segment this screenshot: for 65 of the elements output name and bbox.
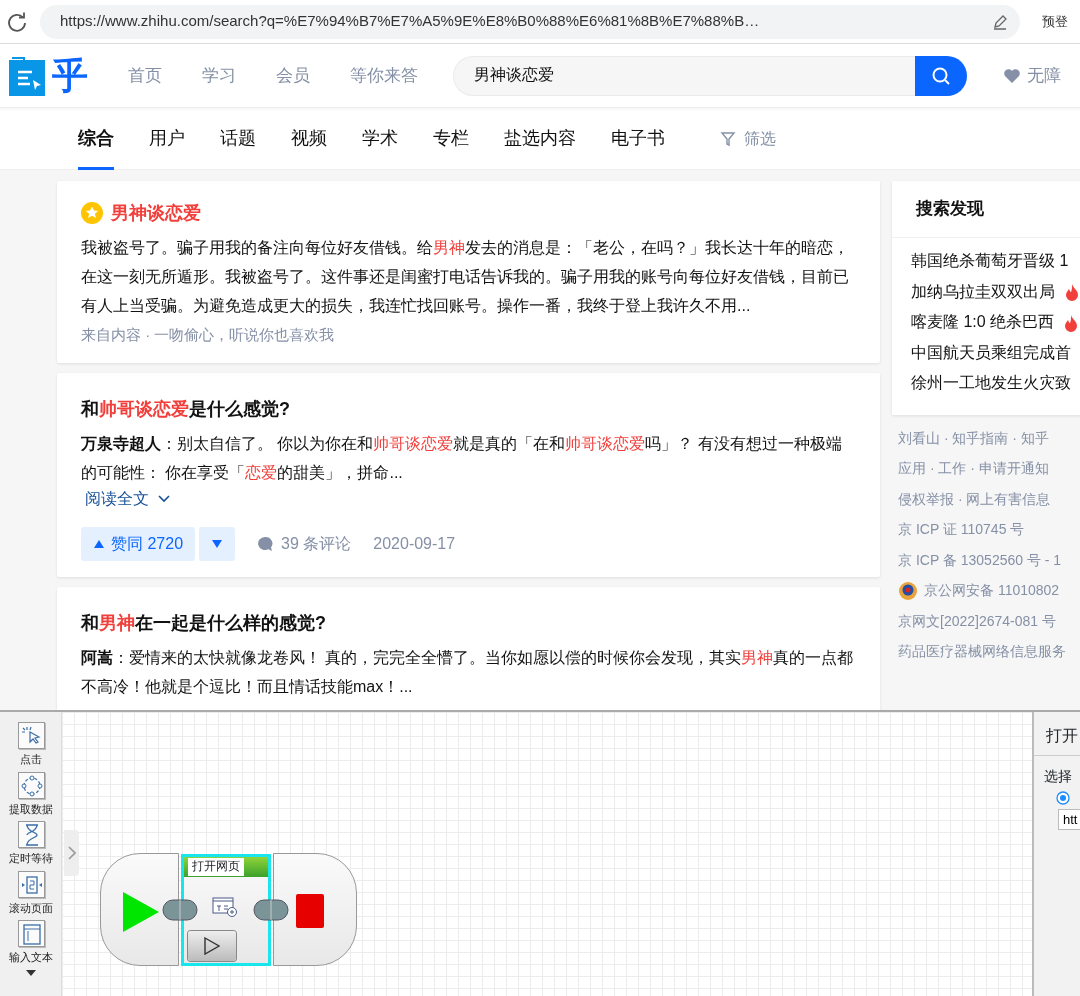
play-outline-icon[interactable] bbox=[204, 937, 220, 955]
search-button[interactable] bbox=[915, 55, 967, 96]
radio-button[interactable] bbox=[1056, 791, 1070, 805]
result-source: 来自内容 · 一吻偷心，听说你也喜欢我 bbox=[81, 325, 336, 345]
search-icon[interactable] bbox=[931, 65, 951, 86]
trending-link[interactable]: 徐州一工地发生火灾致 bbox=[911, 368, 1071, 399]
tool-button[interactable]: 滚动页面 bbox=[0, 870, 62, 916]
stop-icon bbox=[296, 894, 324, 928]
search-field[interactable]: 男神谈恋爱 bbox=[453, 55, 915, 96]
caret-icon[interactable] bbox=[25, 969, 36, 976]
block-title: 打开网页 bbox=[188, 858, 244, 876]
tool-button[interactable]: 提取数据 bbox=[0, 771, 62, 817]
down-triangle-icon[interactable] bbox=[211, 539, 224, 550]
tab[interactable]: 综合 bbox=[78, 107, 114, 170]
heart-icon[interactable] bbox=[1003, 67, 1021, 84]
sidebar-title: 搜索发现 bbox=[892, 181, 1080, 239]
result-title[interactable]: 和男神在一起是什么样的感觉? bbox=[81, 608, 856, 637]
tab[interactable]: 电子书 bbox=[611, 107, 665, 170]
chevron-down-icon[interactable] bbox=[157, 493, 171, 504]
tab[interactable]: 视频 bbox=[291, 107, 327, 170]
url-field[interactable]: htt bbox=[1058, 809, 1080, 830]
connector-icon bbox=[253, 899, 289, 921]
chevron-right-icon[interactable] bbox=[67, 846, 76, 860]
action-block[interactable]: 打开网页 bbox=[181, 854, 271, 966]
browser-icon bbox=[212, 897, 238, 917]
tool-button[interactable]: 点击 bbox=[0, 722, 62, 768]
upvote-button[interactable]: 赞同 2720 bbox=[81, 526, 196, 561]
end-block[interactable] bbox=[273, 853, 357, 966]
logo-text[interactable]: 乎 bbox=[52, 57, 88, 94]
result-excerpt: 阿嵩：爱情来的太快就像龙卷风！ 真的，完完全全懵了。当你如愿以偿的时候你会发现，其实男神真的一点都不高冷！他就是个逗比！而且情话技能max！... bbox=[81, 647, 855, 697]
logo-icon[interactable] bbox=[8, 55, 46, 96]
tab[interactable]: 盐选内容 bbox=[504, 107, 576, 170]
reload-icon[interactable] bbox=[6, 10, 28, 33]
start-block[interactable] bbox=[100, 853, 179, 966]
tool-button[interactable]: 输入文本 bbox=[0, 920, 62, 966]
pencil-icon[interactable] bbox=[992, 13, 1008, 30]
connector-icon bbox=[162, 899, 198, 921]
comment-icon[interactable] bbox=[257, 535, 274, 552]
panel-title: 打开 bbox=[1034, 712, 1080, 756]
result-excerpt: 我被盗号了。骗子用我的备注向每位好友借钱。给男神发去的消息是：「老公，在吗？」我长达十年的暗恋，在这一刻无所遁形。我被盗号了。这件事还是闺蜜打电话告诉我的。骗子用我的账号向每位好友借钱，目前已有人上当受骗。为避免造成更大的损失，我连忙找回账号。操作一番，我终于登上我许久不用... bbox=[81, 238, 850, 316]
trending-link[interactable]: 喀麦隆 1:0 绝杀巴西 bbox=[911, 307, 1055, 338]
tool-button[interactable]: 定时等待 bbox=[0, 821, 62, 867]
tab[interactable]: 学术 bbox=[362, 107, 398, 170]
tab[interactable]: 专栏 bbox=[433, 107, 469, 170]
run-button[interactable] bbox=[188, 931, 236, 961]
downvote-button[interactable] bbox=[199, 526, 236, 561]
result-title[interactable]: 男神谈恋爱 bbox=[111, 199, 201, 227]
target-icon[interactable] bbox=[18, 772, 45, 799]
read-more-link[interactable]: 阅读全文 bbox=[81, 486, 171, 511]
tab[interactable]: 用户 bbox=[149, 107, 185, 170]
police-emblem-icon bbox=[898, 580, 918, 601]
result-title[interactable]: 和帅哥谈恋爱是什么感觉? bbox=[81, 394, 856, 423]
filter-icon[interactable] bbox=[720, 130, 736, 147]
trending-link[interactable]: 韩国绝杀葡萄牙晋级 1 bbox=[911, 246, 1069, 277]
up-triangle-icon[interactable] bbox=[93, 538, 105, 549]
address-bar[interactable]: https://www.zhihu.com/search?q=%E7%94%B7%E7%A5%9E%E8%B0%88%E6%81%8B%E7%88%B… bbox=[40, 4, 1020, 39]
result-excerpt: 万泉寺超人：别太自信了。 你以为你在和帅哥谈恋爱就是真的「在和帅哥谈恋爱吗」？ 有没有想过一种极端的可能性： 你在享受「恋爱的甜美」，拼命... bbox=[81, 433, 843, 483]
profile-text[interactable]: 预登 bbox=[1042, 11, 1068, 32]
trending-link[interactable]: 中国航天员乘组完成首 bbox=[911, 337, 1071, 369]
post-date: 2020-09-17 bbox=[373, 533, 456, 554]
play-icon bbox=[123, 892, 159, 932]
tab[interactable]: 话题 bbox=[220, 107, 256, 170]
panel-label: 选择 bbox=[1043, 767, 1073, 786]
expand-handle[interactable] bbox=[64, 830, 79, 876]
trending-link[interactable]: 加纳乌拉圭双双出局 bbox=[911, 276, 1055, 308]
